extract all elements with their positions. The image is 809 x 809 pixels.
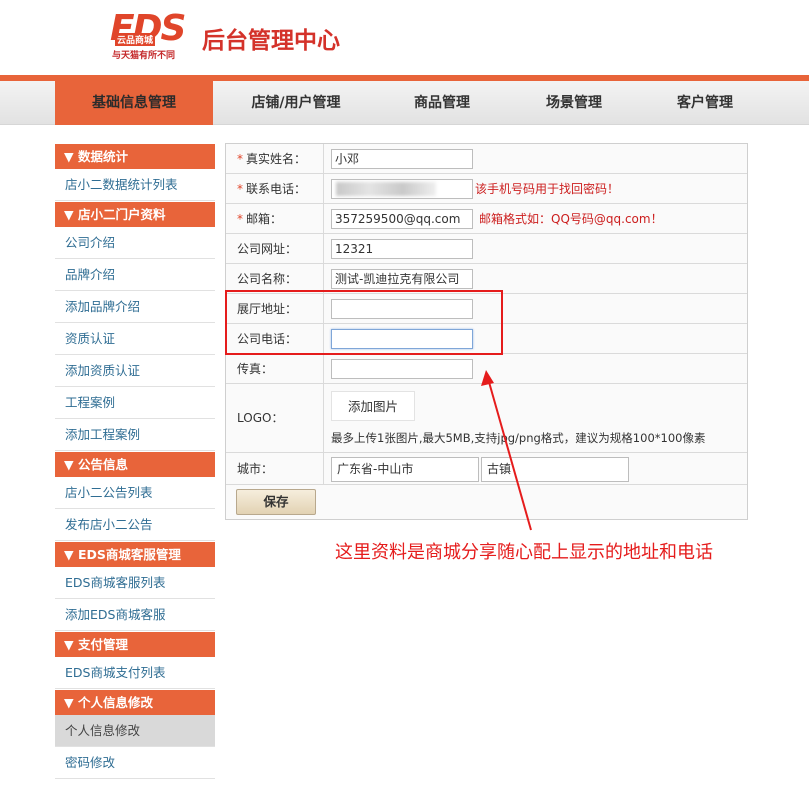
annotation-arrow xyxy=(481,370,532,531)
annotation-note: 这里资料是商城分享随心配上显示的地址和电话 xyxy=(335,542,713,563)
